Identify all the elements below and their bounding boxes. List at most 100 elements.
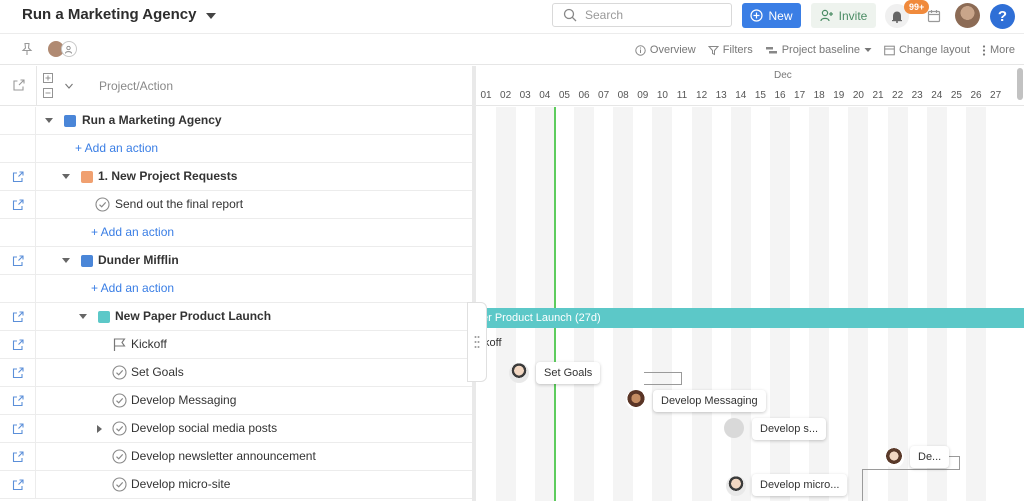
add-action-link[interactable]: + Add an action <box>75 141 158 155</box>
table-row[interactable]: Dunder Mifflin <box>0 247 472 275</box>
task-chip-develop-social[interactable]: Develop s... <box>752 418 827 440</box>
invite-button[interactable]: Invite <box>811 3 876 28</box>
project-name[interactable]: Run a Marketing Agency <box>82 113 222 127</box>
row-gutter <box>0 163 36 191</box>
table-row[interactable]: + Add an action <box>0 135 472 163</box>
open-external-icon[interactable] <box>12 423 24 435</box>
collapse-toggle-icon[interactable] <box>62 174 70 179</box>
resize-handle[interactable] <box>467 302 487 382</box>
table-row[interactable]: + Add an action <box>0 219 472 247</box>
help-button[interactable]: ? <box>990 4 1015 29</box>
table-row[interactable]: Develop Messaging <box>0 387 472 415</box>
day-column-shade <box>495 107 516 501</box>
task-chip-develop-micro-site[interactable]: Develop micro... <box>752 474 848 496</box>
search-icon <box>563 8 577 22</box>
assignee-avatar[interactable] <box>726 476 746 496</box>
row-gutter <box>0 135 36 163</box>
table-row[interactable]: 1. New Project Requests <box>0 163 472 191</box>
action-name[interactable]: Develop micro-site <box>131 477 230 491</box>
table-row[interactable]: Develop social media posts <box>0 415 472 443</box>
table-row[interactable]: Set Goals <box>0 359 472 387</box>
chevron-down-icon[interactable] <box>65 83 73 89</box>
action-name[interactable]: Develop newsletter announcement <box>131 449 316 463</box>
action-name[interactable]: Develop social media posts <box>131 421 277 435</box>
open-external-icon[interactable] <box>12 199 24 211</box>
open-external-icon[interactable] <box>12 339 24 351</box>
day-label: 27 <box>990 90 1002 101</box>
collapse-toggle-icon[interactable] <box>45 118 53 123</box>
day-label: 11 <box>676 90 688 101</box>
project-bar-new-paper-product-launch[interactable]: er Product Launch (27d) <box>476 308 1024 328</box>
more-button[interactable]: More <box>982 44 1015 56</box>
open-external-icon[interactable] <box>12 255 24 267</box>
project-name[interactable]: 1. New Project Requests <box>98 169 237 183</box>
table-row[interactable]: Develop newsletter announcement <box>0 443 472 471</box>
expand-all-icon[interactable] <box>43 73 53 83</box>
task-chip-develop-newsletter[interactable]: De... <box>910 446 950 468</box>
filters-button[interactable]: Filters <box>707 44 753 56</box>
pin-icon[interactable] <box>20 42 34 56</box>
check-circle-icon[interactable] <box>95 197 110 212</box>
table-row[interactable]: Send out the final report <box>0 191 472 219</box>
collapse-all-icon[interactable] <box>43 88 53 98</box>
project-name[interactable]: Dunder Mifflin <box>98 253 179 267</box>
column-header-project-action: Project/Action <box>99 79 174 93</box>
action-name[interactable]: Send out the final report <box>115 197 243 211</box>
assignee-avatar[interactable] <box>509 363 529 383</box>
search-input[interactable]: Search <box>552 3 732 27</box>
project-baseline-dropdown[interactable]: Project baseline <box>765 44 872 56</box>
table-row[interactable]: Run a Marketing Agency <box>0 107 472 135</box>
user-avatar[interactable] <box>955 3 980 28</box>
action-name[interactable]: Develop Messaging <box>131 393 236 407</box>
check-circle-icon[interactable] <box>112 449 127 464</box>
check-circle-icon[interactable] <box>112 365 127 380</box>
chevron-down-icon <box>864 48 872 52</box>
check-circle-icon[interactable] <box>112 393 127 408</box>
table-row[interactable]: New Paper Product Launch <box>0 303 472 331</box>
assignee-avatar-placeholder[interactable] <box>724 418 744 438</box>
open-external-icon[interactable] <box>12 479 24 491</box>
day-column-shade <box>534 107 555 501</box>
open-external-icon[interactable] <box>12 171 24 183</box>
open-external-icon[interactable] <box>12 79 25 92</box>
open-external-icon[interactable] <box>12 311 24 323</box>
table-row[interactable]: Kickoff <box>0 331 472 359</box>
check-circle-icon[interactable] <box>112 477 127 492</box>
project-baseline-label: Project baseline <box>781 44 860 56</box>
row-gutter <box>0 415 36 443</box>
row-gutter <box>0 219 36 247</box>
overview-button[interactable]: Overview <box>635 44 696 56</box>
add-member-button[interactable] <box>61 41 77 57</box>
day-label: 16 <box>774 90 786 101</box>
task-chip-set-goals[interactable]: Set Goals <box>536 362 601 384</box>
day-label: 18 <box>813 90 825 101</box>
action-table: Project/Action Run a Marketing Agency + … <box>0 66 472 501</box>
open-external-icon[interactable] <box>12 367 24 379</box>
check-circle-icon[interactable] <box>112 421 127 436</box>
task-chip-develop-messaging[interactable]: Develop Messaging <box>653 390 766 412</box>
add-action-link[interactable]: + Add an action <box>91 225 174 239</box>
collapse-toggle-icon[interactable] <box>62 258 70 263</box>
milestone-name[interactable]: Kickoff <box>131 337 167 351</box>
open-external-icon[interactable] <box>12 451 24 463</box>
bell-icon <box>892 11 902 23</box>
project-name[interactable]: New Paper Product Launch <box>115 309 271 323</box>
change-layout-label: Change layout <box>898 44 970 56</box>
filters-label: Filters <box>722 44 753 56</box>
new-button[interactable]: New <box>742 3 801 28</box>
project-color-swatch <box>64 115 76 127</box>
flag-icon[interactable] <box>112 337 127 352</box>
table-row[interactable]: + Add an action <box>0 275 472 303</box>
collapse-toggle-icon[interactable] <box>79 314 87 319</box>
project-title-dropdown[interactable]: Run a Marketing Agency <box>22 6 217 23</box>
new-button-label: New <box>768 8 793 23</box>
open-external-icon[interactable] <box>12 395 24 407</box>
table-row[interactable]: Develop micro-site <box>0 471 472 499</box>
assignee-avatar[interactable] <box>884 448 904 468</box>
action-name[interactable]: Set Goals <box>131 365 184 379</box>
add-action-link[interactable]: + Add an action <box>91 281 174 295</box>
expand-toggle-icon[interactable] <box>97 425 102 433</box>
change-layout-button[interactable]: Change layout <box>884 44 970 56</box>
calendar-button[interactable] <box>924 6 944 26</box>
assignee-avatar[interactable] <box>626 390 646 410</box>
